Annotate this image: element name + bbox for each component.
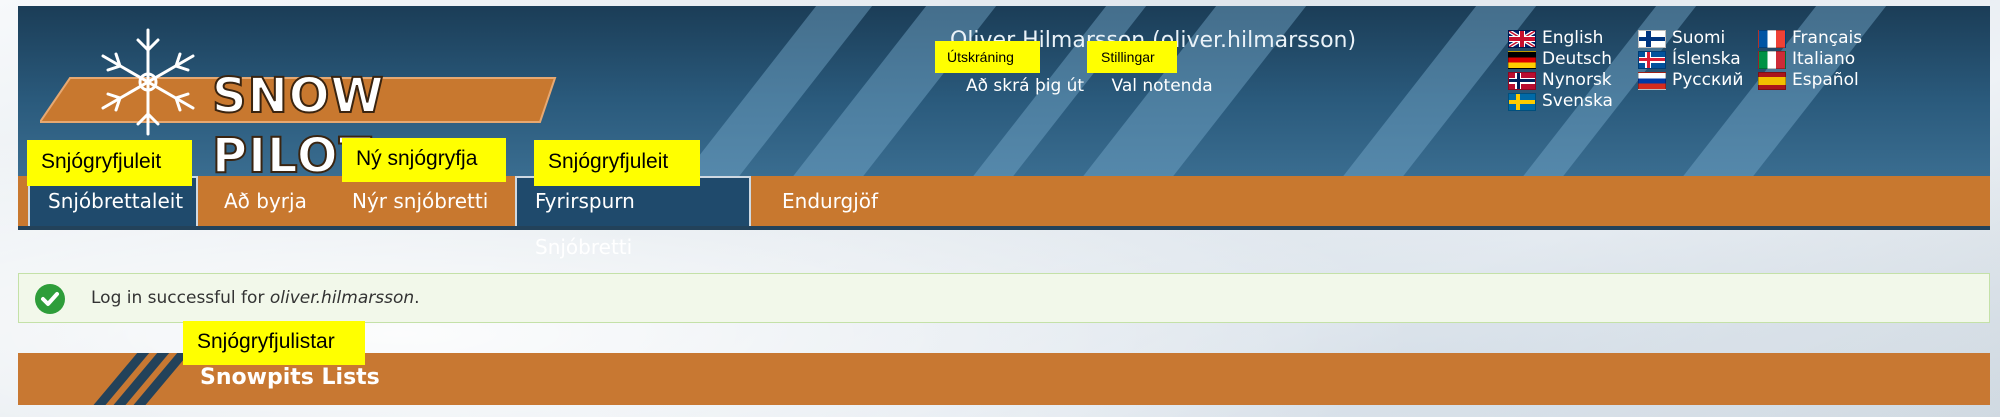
snowpilot-logo[interactable]: SNOW PILOT bbox=[38, 20, 560, 176]
es-flag-icon bbox=[1758, 71, 1786, 90]
success-message: Log in successful for oliver.hilmarsson. bbox=[18, 273, 1990, 323]
language-suomi[interactable]: Suomi bbox=[1638, 28, 1758, 49]
language-label: Suomi bbox=[1672, 28, 1726, 48]
nav-getting-started[interactable]: Að byrja bbox=[206, 176, 325, 226]
main-nav: Snjóbrettaleit Að byrja Nýr snjóbretti F… bbox=[18, 176, 1990, 259]
annotation-snowpit-lists: Snjógryfjulistar bbox=[183, 321, 365, 365]
nav-new-snowboard[interactable]: Nýr snjóbretti bbox=[334, 176, 506, 226]
language-selector: English Suomi Français Deutsch Íslenska bbox=[1508, 28, 1928, 112]
language-english[interactable]: English bbox=[1508, 28, 1638, 49]
language-russian[interactable]: Русский bbox=[1638, 70, 1758, 91]
language-deutsch[interactable]: Deutsch bbox=[1508, 49, 1638, 70]
section-title: Snowpits Lists bbox=[200, 365, 380, 390]
it-flag-icon bbox=[1758, 50, 1786, 69]
language-espanol[interactable]: Español bbox=[1758, 70, 1888, 91]
user-links: Að skrá þig út Val notenda bbox=[966, 76, 1235, 96]
language-italiano[interactable]: Italiano bbox=[1758, 49, 1888, 70]
preferences-link[interactable]: Val notenda bbox=[1112, 76, 1213, 96]
language-label: Русский bbox=[1672, 70, 1744, 90]
fi-flag-icon bbox=[1638, 29, 1666, 48]
language-label: Deutsch bbox=[1542, 49, 1612, 69]
ru-flag-icon bbox=[1638, 71, 1666, 90]
annotation-preferences: Stillingar bbox=[1087, 41, 1177, 73]
gb-flag-icon bbox=[1508, 29, 1536, 48]
language-label: English bbox=[1542, 28, 1604, 48]
language-nynorsk[interactable]: Nynorsk bbox=[1508, 70, 1638, 91]
language-label: Íslenska bbox=[1672, 49, 1741, 69]
language-label: Italiano bbox=[1792, 49, 1856, 69]
no-flag-icon bbox=[1508, 71, 1536, 90]
language-label: Español bbox=[1792, 70, 1859, 90]
site-header: SNOW PILOT Oliver Hilmarsson (oliver.hil… bbox=[18, 6, 1990, 176]
se-flag-icon bbox=[1508, 92, 1536, 111]
language-svenska[interactable]: Svenska bbox=[1508, 91, 1638, 112]
annotation-logout: Útskráning bbox=[935, 41, 1040, 73]
language-francais[interactable]: Français bbox=[1758, 28, 1888, 49]
annotation-search: Snjógryfjuleit bbox=[27, 140, 192, 186]
message-username: oliver.hilmarsson bbox=[269, 288, 415, 308]
annotation-query: Snjógryfjuleit bbox=[534, 140, 700, 186]
success-message-text: Log in successful for oliver.hilmarsson. bbox=[91, 288, 420, 308]
language-label: Svenska bbox=[1542, 91, 1613, 111]
language-label: Français bbox=[1792, 28, 1863, 48]
checkmark-icon bbox=[35, 284, 65, 314]
message-prefix: Log in successful for bbox=[91, 288, 270, 308]
language-islenska[interactable]: Íslenska bbox=[1638, 49, 1758, 70]
message-suffix: . bbox=[414, 288, 420, 308]
de-flag-icon bbox=[1508, 50, 1536, 69]
is-flag-icon bbox=[1638, 50, 1666, 69]
annotation-new-snowpit: Ný snjógryfja bbox=[342, 138, 506, 182]
fr-flag-icon bbox=[1758, 29, 1786, 48]
nav-feedback[interactable]: Endurgjöf bbox=[764, 176, 896, 226]
logout-link[interactable]: Að skrá þig út bbox=[966, 76, 1084, 96]
language-label: Nynorsk bbox=[1542, 70, 1612, 90]
